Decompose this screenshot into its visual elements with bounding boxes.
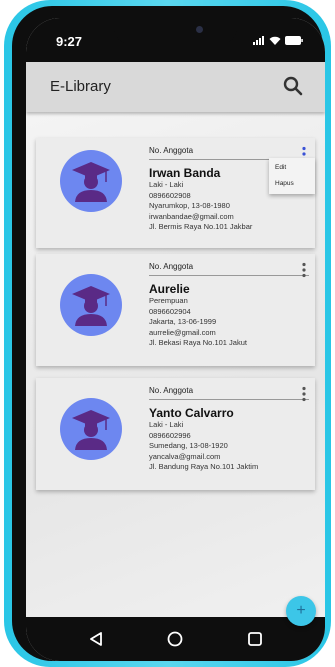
status-time: 9:27 <box>56 34 83 49</box>
stage: 9:27 E-Library No. Anggota Irwan Banda L… <box>0 0 335 667</box>
member-number-label: No. Anggota <box>149 262 309 276</box>
home-circle-icon[interactable] <box>167 631 183 647</box>
menu-item-edit[interactable]: Edit <box>269 158 315 174</box>
status-icons <box>253 36 303 45</box>
member-address: Jl. Bandung Raya No.101 Jaktim <box>149 462 259 471</box>
member-birth: Sumedang, 13-08-1920 <box>149 441 228 450</box>
notch <box>114 18 237 44</box>
card-options-menu: Edit Hapus <box>269 158 315 194</box>
member-birth: Nyarumkop, 13-08-1980 <box>149 201 230 210</box>
member-gender: Laki - Laki <box>149 420 184 429</box>
phone-screen: 9:27 E-Library No. Anggota Irwan Banda L… <box>26 18 325 661</box>
more-vertical-icon[interactable] <box>301 262 307 278</box>
member-info: No. Anggota Aurelie Perempuan 0896602904… <box>149 262 309 349</box>
member-gender: Perempuan <box>149 296 188 305</box>
member-address: Jl. Bermis Raya No.101 Jakbar <box>149 222 253 231</box>
member-info: No. Anggota Yanto Calvarro Laki - Laki 0… <box>149 386 309 473</box>
battery-icon <box>285 36 303 45</box>
member-name: Yanto Calvarro <box>149 406 234 420</box>
search-icon[interactable] <box>281 74 305 98</box>
wifi-icon <box>269 36 281 45</box>
phone-bezel: 9:27 E-Library No. Anggota Irwan Banda L… <box>12 6 325 661</box>
phone-frame: 9:27 E-Library No. Anggota Irwan Banda L… <box>4 0 331 667</box>
member-phone: 0896602996 <box>149 430 191 440</box>
more-vertical-icon[interactable] <box>301 386 307 402</box>
nav-bar <box>26 617 325 661</box>
member-name: Aurelie <box>149 282 190 296</box>
graduate-icon <box>60 150 122 212</box>
graduate-icon <box>60 398 122 460</box>
menu-item-delete[interactable]: Hapus <box>269 174 315 190</box>
camera-icon <box>196 26 203 33</box>
member-address: Jl. Bekasi Raya No.101 Jakut <box>149 338 247 347</box>
graduate-icon <box>60 274 122 336</box>
add-member-button[interactable]: + <box>286 596 316 626</box>
member-number-label: No. Anggota <box>149 386 309 400</box>
plus-icon: + <box>296 602 306 619</box>
app-title: E-Library <box>50 78 111 95</box>
member-email: irwanbandae@gmail.com <box>149 211 234 221</box>
member-email: yancalva@gmail.com <box>149 451 221 461</box>
signal-icon <box>253 36 264 45</box>
recents-square-icon[interactable] <box>247 631 263 647</box>
member-card[interactable]: No. Anggota Aurelie Perempuan 0896602904… <box>36 254 315 366</box>
member-card[interactable]: No. Anggota Yanto Calvarro Laki - Laki 0… <box>36 378 315 490</box>
member-birth: Jakarta, 13-06-1999 <box>149 317 217 326</box>
member-phone: 0896602904 <box>149 306 191 316</box>
member-email: aurrelie@gmail.com <box>149 327 216 337</box>
app-bar: E-Library <box>26 62 325 112</box>
back-triangle-icon[interactable] <box>88 631 104 647</box>
